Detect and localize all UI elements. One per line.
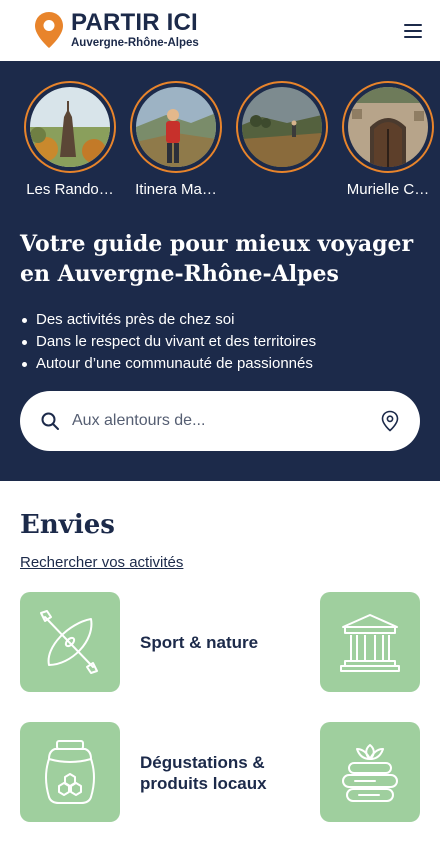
hero-bullet: Autour d’une communauté de passionnés — [20, 353, 316, 375]
story-image — [348, 87, 428, 167]
tile-label-degustations[interactable]: Dégustations & produits locaux — [140, 752, 267, 794]
story-label: Les Rando… — [26, 181, 114, 198]
story-image — [30, 87, 110, 167]
kayak-icon — [40, 610, 98, 674]
tile-culture[interactable] — [320, 592, 420, 692]
tile-label-line: produits locaux — [140, 774, 267, 793]
temple-icon — [340, 614, 400, 672]
hamburger-menu-icon[interactable] — [404, 24, 422, 38]
story-avatar-ring — [342, 81, 434, 173]
story-item[interactable] — [227, 81, 337, 181]
story-avatar-ring — [236, 81, 328, 173]
hero-bullet: Dans le respect du vivant et des territo… — [20, 331, 316, 353]
search-activities-link[interactable]: Rechercher vos activités — [20, 554, 183, 571]
envies-title: Envies — [20, 510, 115, 540]
hero-bullet-list: Des activités près de chez soi Dans le r… — [20, 309, 316, 375]
map-pin-logo-icon — [35, 12, 63, 48]
tile-degustations[interactable] — [20, 722, 120, 822]
story-image — [242, 87, 322, 167]
story-image — [136, 87, 216, 167]
site-logo[interactable]: PARTIR ICI Auvergne-Rhône-Alpes — [34, 11, 199, 50]
hero-bullet: Des activités près de chez soi — [20, 309, 316, 331]
honey-jar-icon — [45, 740, 95, 804]
tile-sport-nature[interactable] — [20, 592, 120, 692]
site-header: PARTIR ICI Auvergne-Rhône-Alpes — [0, 0, 440, 61]
story-label: Murielle C… — [346, 181, 430, 198]
story-avatar-ring — [24, 81, 116, 173]
logo-title: PARTIR ICI — [71, 9, 198, 36]
tile-label-line: Dégustations & — [140, 753, 265, 772]
search-icon[interactable] — [40, 411, 60, 431]
story-label: Itinera Ma… — [135, 181, 217, 198]
story-item[interactable]: Itinera Ma… — [121, 81, 231, 198]
logo-subtitle: Auvergne-Rhône-Alpes — [71, 37, 199, 49]
hero-title: Votre guide pour mieux voyager en Auverg… — [20, 231, 414, 287]
tile-bien-etre[interactable] — [320, 722, 420, 822]
search-input[interactable] — [72, 412, 380, 430]
hero-section: Les Rando… Itinera Ma… Murielle C… Votre… — [0, 61, 440, 481]
spa-stones-icon — [342, 744, 398, 802]
story-avatar-ring — [130, 81, 222, 173]
search-bar — [20, 391, 420, 451]
stories-carousel[interactable]: Les Rando… Itinera Ma… Murielle C… — [0, 81, 440, 201]
location-pin-icon[interactable] — [380, 410, 400, 432]
story-item[interactable]: Murielle C… — [333, 81, 440, 198]
tile-label-sport-nature[interactable]: Sport & nature — [140, 632, 258, 653]
story-item[interactable]: Les Rando… — [15, 81, 125, 198]
